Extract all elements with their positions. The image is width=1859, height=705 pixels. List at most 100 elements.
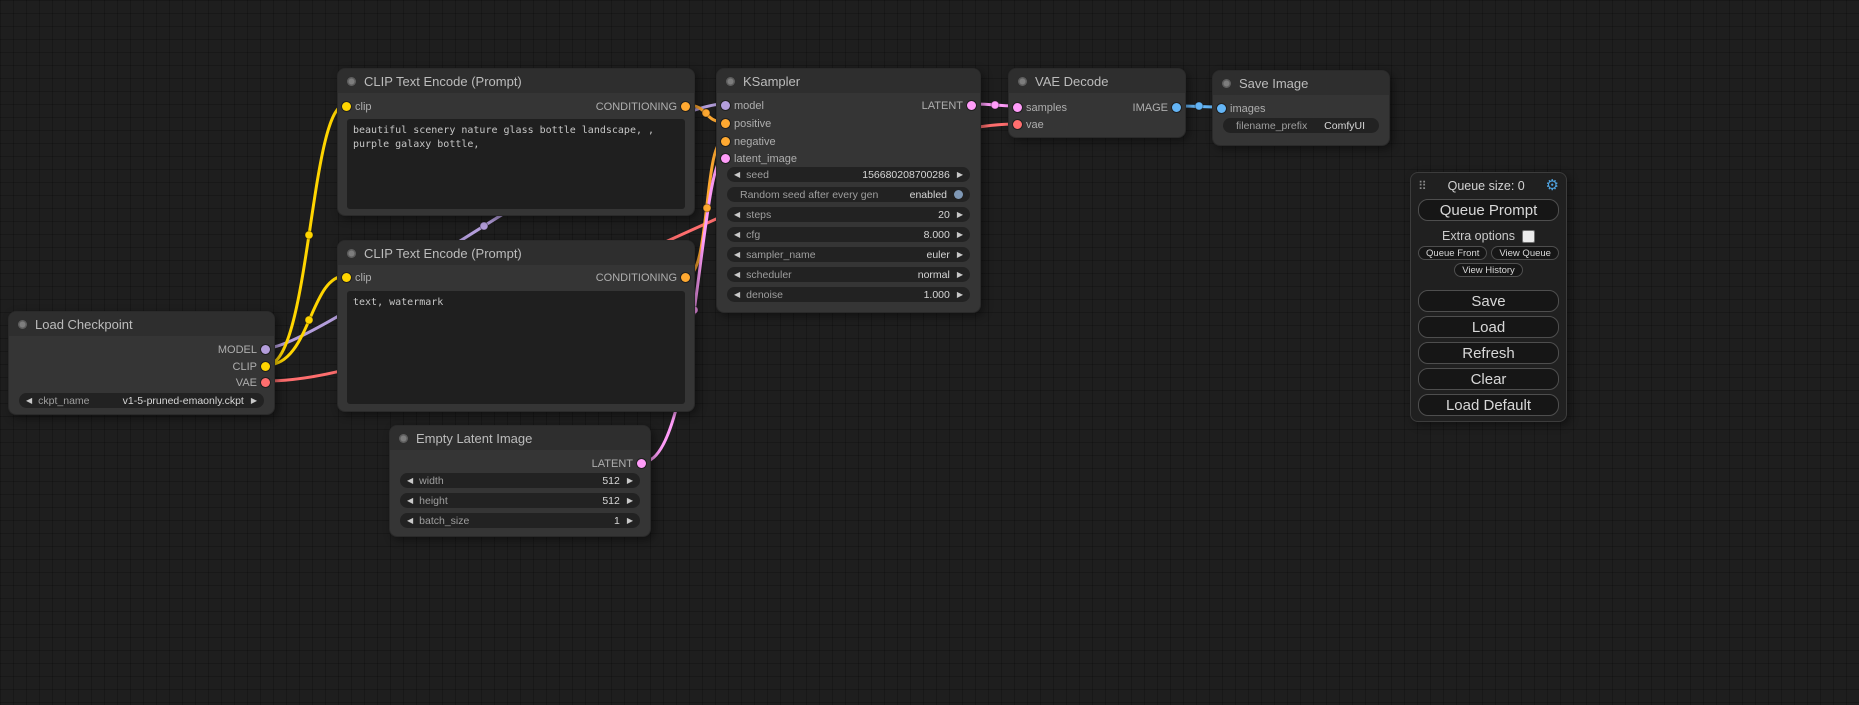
increment-arrow-icon[interactable]: ▶ (627, 477, 633, 485)
conditioning-port-dot[interactable] (681, 273, 690, 282)
latent-port-dot[interactable] (637, 459, 646, 468)
node-header[interactable]: Empty Latent Image (390, 426, 650, 450)
widget-seed[interactable]: ◀ seed 156680208700286 ▶ (727, 167, 970, 182)
queue-front-button[interactable]: Queue Front (1418, 246, 1487, 260)
node-clip-text-encode-positive[interactable]: CLIP Text Encode (Prompt) clip CONDITION… (337, 68, 695, 216)
increment-arrow-icon[interactable]: ▶ (957, 171, 963, 179)
node-collapse-dot[interactable] (347, 77, 356, 86)
input-slot-negative[interactable]: negative (717, 133, 980, 150)
increment-arrow-icon[interactable]: ▶ (957, 251, 963, 259)
input-slot-images[interactable]: images (1213, 100, 1389, 117)
node-empty-latent-image[interactable]: Empty Latent Image LATENT ◀ width 512 ▶ … (389, 425, 651, 537)
conditioning-port-dot[interactable] (721, 119, 730, 128)
clear-button[interactable]: Clear (1418, 368, 1559, 390)
extra-options-checkbox[interactable] (1522, 230, 1535, 243)
widget-cfg[interactable]: ◀ cfg 8.000 ▶ (727, 227, 970, 242)
node-vae-decode[interactable]: VAE Decode samples IMAGE vae (1008, 68, 1186, 138)
widget-height[interactable]: ◀ height 512 ▶ (400, 493, 640, 508)
decrement-arrow-icon[interactable]: ◀ (407, 477, 413, 485)
clip-port-dot[interactable] (261, 362, 270, 371)
conditioning-port-dot[interactable] (681, 102, 690, 111)
input-slot-latent-image[interactable]: latent_image (717, 150, 980, 167)
widget-ckpt-name[interactable]: ◀ ckpt_name v1-5-pruned-emaonly.ckpt ▶ (19, 393, 264, 408)
node-header[interactable]: KSampler (717, 69, 980, 93)
increment-arrow-icon[interactable]: ▶ (957, 271, 963, 279)
decrement-arrow-icon[interactable]: ◀ (407, 517, 413, 525)
widget-batch-size[interactable]: ◀ batch_size 1 ▶ (400, 513, 640, 528)
decrement-arrow-icon[interactable]: ◀ (734, 291, 740, 299)
decrement-arrow-icon[interactable]: ◀ (734, 231, 740, 239)
increment-arrow-icon[interactable]: ▶ (627, 517, 633, 525)
positive-prompt-textarea[interactable]: beautiful scenery nature glass bottle la… (347, 119, 685, 209)
node-title: Save Image (1239, 76, 1308, 91)
latent-port-dot[interactable] (967, 101, 976, 110)
vae-port-dot[interactable] (1013, 120, 1022, 129)
increment-arrow-icon[interactable]: ▶ (957, 211, 963, 219)
latent-port-dot[interactable] (721, 154, 730, 163)
save-button[interactable]: Save (1418, 290, 1559, 312)
settings-gear-icon[interactable]: ⚙ (1546, 178, 1559, 193)
drag-handle-icon[interactable]: ⠿ (1418, 179, 1427, 193)
decrement-arrow-icon[interactable]: ◀ (26, 397, 32, 405)
output-slot-conditioning[interactable]: CONDITIONING (338, 269, 694, 286)
node-collapse-dot[interactable] (1018, 77, 1027, 86)
node-header[interactable]: Load Checkpoint (9, 312, 274, 336)
output-slot-latent[interactable]: LATENT (390, 455, 650, 472)
node-collapse-dot[interactable] (399, 434, 408, 443)
input-slot-positive[interactable]: positive (717, 115, 980, 132)
image-port-dot[interactable] (1217, 104, 1226, 113)
node-title: Load Checkpoint (35, 317, 133, 332)
node-header[interactable]: CLIP Text Encode (Prompt) (338, 69, 694, 93)
queue-controls-row: Queue Front View Queue (1411, 246, 1566, 260)
widget-scheduler[interactable]: ◀ scheduler normal ▶ (727, 267, 970, 282)
widget-value: 512 (457, 475, 620, 487)
widget-steps[interactable]: ◀ steps 20 ▶ (727, 207, 970, 222)
widget-sampler-name[interactable]: ◀ sampler_name euler ▶ (727, 247, 970, 262)
load-button[interactable]: Load (1418, 316, 1559, 338)
node-header[interactable]: VAE Decode (1009, 69, 1185, 93)
output-slot-latent[interactable]: LATENT (717, 97, 980, 114)
widget-width[interactable]: ◀ width 512 ▶ (400, 473, 640, 488)
refresh-button[interactable]: Refresh (1418, 342, 1559, 364)
input-slot-vae[interactable]: vae (1009, 116, 1185, 133)
decrement-arrow-icon[interactable]: ◀ (734, 271, 740, 279)
model-port-dot[interactable] (261, 345, 270, 354)
decrement-arrow-icon[interactable]: ◀ (734, 211, 740, 219)
output-slot-vae[interactable]: VAE (9, 374, 274, 391)
node-graph-canvas[interactable]: Load Checkpoint MODEL CLIP VAE ◀ ckpt_na… (0, 0, 1859, 705)
view-history-button[interactable]: View History (1454, 263, 1523, 277)
node-ksampler[interactable]: KSampler model LATENT positive negative … (716, 68, 981, 313)
image-port-dot[interactable] (1172, 103, 1181, 112)
widget-filename-prefix[interactable]: filename_prefix ComfyUI (1223, 118, 1379, 133)
output-slot-clip[interactable]: CLIP (9, 358, 274, 375)
widget-value: 8.000 (773, 229, 950, 241)
negative-prompt-textarea[interactable]: text, watermark (347, 291, 685, 404)
output-slot-model[interactable]: MODEL (9, 341, 274, 358)
node-collapse-dot[interactable] (1222, 79, 1231, 88)
queue-prompt-button[interactable]: Queue Prompt (1418, 199, 1559, 221)
node-collapse-dot[interactable] (18, 320, 27, 329)
increment-arrow-icon[interactable]: ▶ (957, 231, 963, 239)
node-header[interactable]: CLIP Text Encode (Prompt) (338, 241, 694, 265)
node-load-checkpoint[interactable]: Load Checkpoint MODEL CLIP VAE ◀ ckpt_na… (8, 311, 275, 415)
widget-random-seed[interactable]: Random seed after every gen enabled (727, 187, 970, 202)
increment-arrow-icon[interactable]: ▶ (957, 291, 963, 299)
output-slot-conditioning[interactable]: CONDITIONING (338, 98, 694, 115)
vae-port-dot[interactable] (261, 378, 270, 387)
random-seed-toggle-dot[interactable] (954, 190, 963, 199)
load-default-button[interactable]: Load Default (1418, 394, 1559, 416)
node-collapse-dot[interactable] (347, 249, 356, 258)
decrement-arrow-icon[interactable]: ◀ (734, 171, 740, 179)
increment-arrow-icon[interactable]: ▶ (251, 397, 257, 405)
decrement-arrow-icon[interactable]: ◀ (407, 497, 413, 505)
output-slot-image[interactable]: IMAGE (1009, 99, 1185, 116)
widget-denoise[interactable]: ◀ denoise 1.000 ▶ (727, 287, 970, 302)
node-clip-text-encode-negative[interactable]: CLIP Text Encode (Prompt) clip CONDITION… (337, 240, 695, 412)
decrement-arrow-icon[interactable]: ◀ (734, 251, 740, 259)
node-header[interactable]: Save Image (1213, 71, 1389, 95)
conditioning-port-dot[interactable] (721, 137, 730, 146)
node-save-image[interactable]: Save Image images filename_prefix ComfyU… (1212, 70, 1390, 146)
increment-arrow-icon[interactable]: ▶ (627, 497, 633, 505)
view-queue-button[interactable]: View Queue (1491, 246, 1559, 260)
node-collapse-dot[interactable] (726, 77, 735, 86)
